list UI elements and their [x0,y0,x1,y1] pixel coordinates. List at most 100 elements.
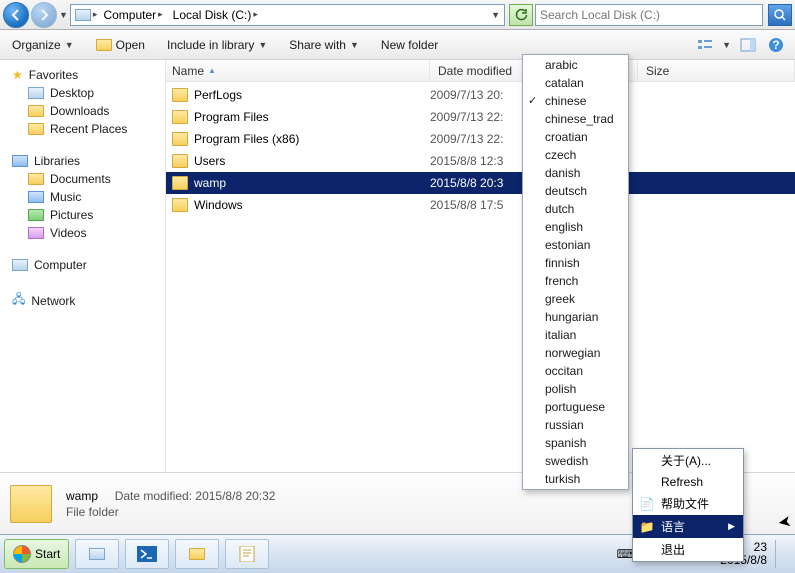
open-label: Open [116,38,145,52]
language-option[interactable]: arabic [523,56,628,74]
show-desktop-button[interactable] [775,540,785,568]
start-button[interactable]: Start [4,539,69,569]
help-button[interactable]: ? [765,34,787,56]
language-option[interactable]: italian [523,326,628,344]
language-option[interactable]: chinese_trad [523,110,628,128]
nav-computer[interactable]: Computer [4,256,161,274]
forward-button[interactable] [31,2,57,28]
language-option[interactable]: occitan [523,362,628,380]
language-option[interactable]: norwegian [523,344,628,362]
language-option[interactable]: catalan [523,74,628,92]
menu-exit[interactable]: 退出 [633,538,743,561]
column-name[interactable]: Name ▲ [166,60,430,81]
taskbar-explorer[interactable] [175,539,219,569]
taskbar-app-4[interactable] [225,539,269,569]
menu-about[interactable]: 关于(A)... [633,449,743,472]
file-name: Program Files (x86) [194,132,299,146]
open-button[interactable]: Open [92,35,149,55]
file-row[interactable]: PerfLogs2009/7/13 20: [166,84,795,106]
pictures-icon [28,209,44,221]
file-row[interactable]: Windows2015/8/8 17:5 [166,194,795,216]
breadcrumb-bar[interactable]: ▸ Computer ▸ Local Disk (C:) ▸ ▼ [70,4,505,26]
desktop-icon [28,87,44,99]
details-folder-icon [10,485,52,523]
language-option[interactable]: swedish [523,452,628,470]
libraries-label: Libraries [34,154,80,168]
breadcrumb-computer-label: Computer [103,8,156,22]
view-dropdown-icon[interactable]: ▼ [722,40,731,50]
language-option[interactable]: russian [523,416,628,434]
submenu-arrow-icon: ▶ [728,521,735,532]
folder-icon [172,176,188,190]
nav-documents[interactable]: Documents [4,170,161,188]
language-option[interactable]: english [523,218,628,236]
breadcrumb-dropdown[interactable]: ▼ [491,10,500,20]
file-row[interactable]: wamp2015/8/8 20:3 [166,172,795,194]
language-option[interactable]: hungarian [523,308,628,326]
navigation-pane: ★ Favorites Desktop Downloads Recent Pla… [0,60,166,472]
language-option[interactable]: spanish [523,434,628,452]
taskbar-app-2[interactable] [125,539,169,569]
share-with-button[interactable]: Share with ▼ [285,35,363,55]
language-option[interactable]: estonian [523,236,628,254]
folder-icon [28,105,44,117]
preview-pane-button[interactable] [737,34,759,56]
language-option[interactable]: greek [523,290,628,308]
include-library-button[interactable]: Include in library ▼ [163,35,271,55]
file-name: PerfLogs [194,88,242,102]
help-doc-icon: 📄 [639,497,655,511]
language-option[interactable]: czech [523,146,628,164]
tray-context-menu: 关于(A)... Refresh 📄 帮助文件 📁 语言 ▶ 退出 [632,448,744,562]
file-rows: PerfLogs2009/7/13 20:Program Files2009/7… [166,82,795,472]
file-name: wamp [194,176,226,190]
language-option[interactable]: chinese [523,92,628,110]
nav-network[interactable]: 🖧 Network [4,288,161,313]
breadcrumb-computer[interactable]: Computer ▸ [99,8,166,22]
language-option[interactable]: turkish [523,470,628,488]
search-button[interactable] [768,4,792,26]
menu-refresh[interactable]: Refresh [633,472,743,492]
organize-button[interactable]: Organize ▼ [8,35,78,55]
chevron-icon: ▸ [158,9,163,20]
file-row[interactable]: Program Files2009/7/13 22: [166,106,795,128]
include-label: Include in library [167,38,254,52]
language-option[interactable]: croatian [523,128,628,146]
language-option[interactable]: polish [523,380,628,398]
refresh-button[interactable] [509,4,533,26]
language-option[interactable]: dutch [523,200,628,218]
menu-language[interactable]: 📁 语言 ▶ [633,515,743,538]
nav-videos[interactable]: Videos [4,224,161,242]
language-option[interactable]: french [523,272,628,290]
sort-asc-icon: ▲ [208,66,216,75]
folder-icon [172,132,188,146]
nav-pictures[interactable]: Pictures [4,206,161,224]
file-row[interactable]: Program Files (x86)2009/7/13 22: [166,128,795,150]
view-options-button[interactable] [694,34,716,56]
language-option[interactable]: danish [523,164,628,182]
language-option[interactable]: deutsch [523,182,628,200]
folder-icon [172,198,188,212]
nav-recent-places[interactable]: Recent Places [4,120,161,138]
nav-desktop[interactable]: Desktop [4,84,161,102]
language-option[interactable]: finnish [523,254,628,272]
favorites-header[interactable]: ★ Favorites [4,66,161,84]
column-size[interactable]: Size [638,60,795,81]
new-folder-button[interactable]: New folder [377,35,442,55]
root-chevron-icon[interactable]: ▸ [93,9,98,20]
breadcrumb-drive[interactable]: Local Disk (C:) ▸ [169,8,262,22]
dropdown-icon: ▼ [65,40,74,50]
back-button[interactable] [3,2,29,28]
menu-help[interactable]: 📄 帮助文件 [633,492,743,515]
column-headers: Name ▲ Date modified Size [166,60,795,82]
folder-icon [28,123,44,135]
libraries-header[interactable]: Libraries [4,152,161,170]
file-row[interactable]: Users2015/8/8 12:3 [166,150,795,172]
nav-music[interactable]: Music [4,188,161,206]
nav-history-dropdown[interactable]: ▼ [59,10,68,20]
nav-downloads[interactable]: Downloads [4,102,161,120]
search-input[interactable]: Search Local Disk (C:) [535,4,763,26]
taskbar-app-1[interactable] [75,539,119,569]
search-placeholder: Search Local Disk (C:) [540,8,660,22]
language-option[interactable]: portuguese [523,398,628,416]
favorites-label: Favorites [29,68,78,82]
